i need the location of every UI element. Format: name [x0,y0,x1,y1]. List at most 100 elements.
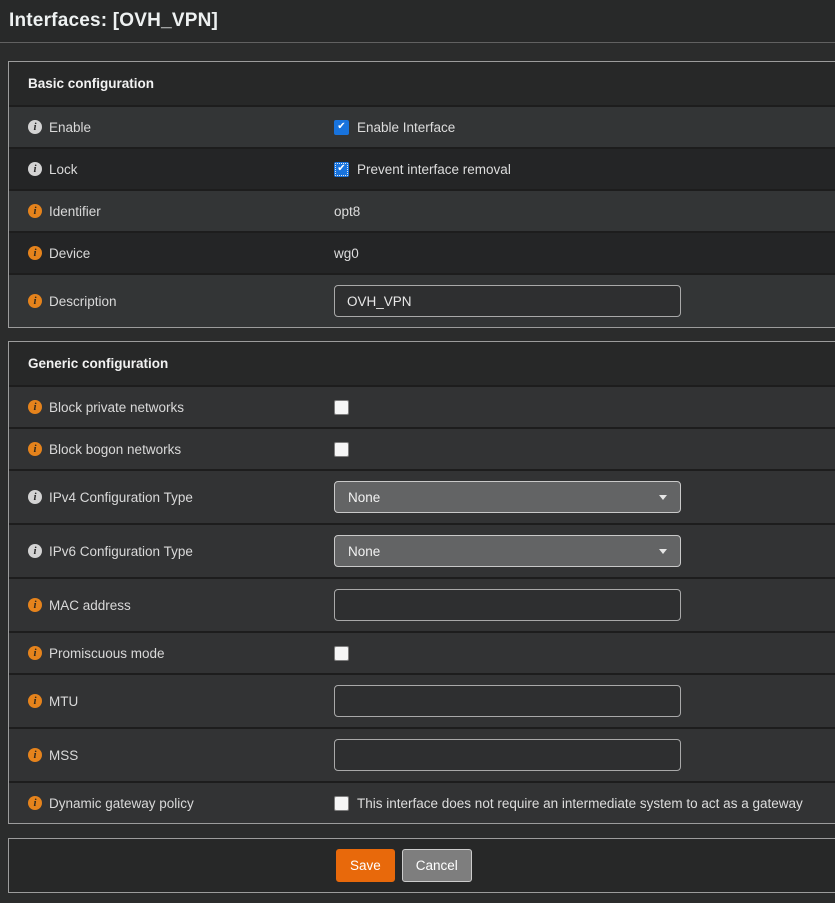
field-label-text: Block bogon networks [49,442,181,457]
device-value: wg0 [334,246,359,261]
field-label: i Lock [9,162,334,177]
row-block-bogon-networks: i Block bogon networks [9,427,835,469]
field-label: i Block bogon networks [9,442,334,457]
field-label-text: Device [49,246,90,261]
field-label: i MAC address [9,598,334,613]
basic-configuration-panel: Basic configuration iEnable✔Enable Inter… [8,61,835,328]
lock-checkbox[interactable]: ✔ [334,162,349,177]
field-label: i Block private networks [9,400,334,415]
field-label: i MTU [9,694,334,709]
field-label: i Dynamic gateway policy [9,796,334,811]
field-label-text: IPv4 Configuration Type [49,490,193,505]
field-label-text: Block private networks [49,400,184,415]
field-label: i Description [9,294,334,309]
field-label-text: MAC address [49,598,131,613]
field-label-text: MSS [49,748,78,763]
identifier-value: opt8 [334,204,360,219]
generic-configuration-panel: Generic configuration i Block private net… [8,341,835,824]
row-promiscuous-mode: i Promiscuous mode [9,631,835,673]
info-icon[interactable]: i [28,246,42,260]
field-content [334,646,835,661]
row-block-private-networks: i Block private networks [9,385,835,427]
field-content: This interface does not require an inter… [334,796,835,811]
mac-address-input[interactable] [334,589,681,621]
block-private-networks-checkbox[interactable] [334,400,349,415]
save-button[interactable]: Save [336,849,395,882]
field-label: i Promiscuous mode [9,646,334,661]
row-description: i Description [9,273,835,327]
description-input[interactable] [334,285,681,317]
row-mtu: i MTU [9,673,835,727]
info-icon[interactable]: i [28,796,42,810]
field-label: i Device [9,246,334,261]
field-label: i IPv4 Configuration Type [9,490,334,505]
row-ipv6-configuration-type: i IPv6 Configuration Type None [9,523,835,577]
info-icon[interactable]: i [28,400,42,414]
dynamic-gateway-policy-checkbox-label: This interface does not require an inter… [357,796,803,811]
field-content: None [334,481,835,513]
info-icon[interactable]: i [28,294,42,308]
field-label: i MSS [9,748,334,763]
info-icon[interactable]: i [28,490,42,504]
promiscuous-mode-checkbox[interactable] [334,646,349,661]
field-content [334,400,835,415]
field-content: opt8 [334,204,835,219]
enable-checkbox-label: Enable Interface [357,120,455,135]
info-icon[interactable]: i [28,694,42,708]
generic-configuration-header: Generic configuration [9,342,835,385]
info-icon[interactable]: i [28,442,42,456]
chevron-down-icon [659,495,667,500]
row-dynamic-gateway-policy: i Dynamic gateway policy This interface do… [9,781,835,823]
row-identifier: i Identifier opt8 [9,189,835,231]
field-content: ✔ Prevent interface removal [334,162,835,177]
field-label-text: Dynamic gateway policy [49,796,194,811]
info-icon[interactable]: i [28,646,42,660]
field-label: i IPv6 Configuration Type [9,544,334,559]
row-ipv4-configuration-type: i IPv4 Configuration Type None [9,469,835,523]
row-lock: i Lock ✔ Prevent interface removal [9,147,835,189]
field-label-text: Description [49,294,117,309]
content-area: Basic configuration iEnable✔Enable Inter… [0,43,835,893]
ipv6-configuration-type-select[interactable]: None [334,535,681,567]
info-icon[interactable]: i [28,598,42,612]
dynamic-gateway-policy-checkbox[interactable] [334,796,349,811]
mss-input[interactable] [334,739,681,771]
action-bar: Save Cancel [8,838,835,893]
page-title: Interfaces: [OVH_VPN] [9,10,218,32]
enable-checkbox[interactable]: ✔ [334,120,349,135]
page-header: Interfaces: [OVH_VPN] [0,0,835,43]
mtu-input[interactable] [334,685,681,717]
info-icon[interactable]: i [28,120,42,134]
ipv4-configuration-type-select[interactable]: None [334,481,681,513]
basic-configuration-header: Basic configuration [9,62,835,105]
cancel-button[interactable]: Cancel [402,849,472,882]
field-content [334,442,835,457]
field-label: i Identifier [9,204,334,219]
field-label-text: Identifier [49,204,101,219]
field-label-text: IPv6 Configuration Type [49,544,193,559]
block-bogon-networks-checkbox[interactable] [334,442,349,457]
section-title: Generic configuration [28,356,168,371]
field-label-text: Lock [49,162,78,177]
field-label: iEnable [9,120,334,135]
field-content [334,285,835,317]
info-icon[interactable]: i [28,544,42,558]
section-title: Basic configuration [28,76,154,91]
select-value: None [348,544,380,559]
field-content: ✔ Enable Interface [334,120,835,135]
row-device: i Device wg0 [9,231,835,273]
field-content [334,589,835,621]
row-enable: iEnable✔ Enable Interface [9,105,835,147]
info-icon[interactable]: i [28,162,42,176]
field-content [334,685,835,717]
row-mac-address: i MAC address [9,577,835,631]
field-label-text: Promiscuous mode [49,646,165,661]
field-label-text: MTU [49,694,78,709]
lock-checkbox-label: Prevent interface removal [357,162,511,177]
chevron-down-icon [659,549,667,554]
info-icon[interactable]: i [28,748,42,762]
field-content: None [334,535,835,567]
info-icon[interactable]: i [28,204,42,218]
field-content [334,739,835,771]
row-mss: i MSS [9,727,835,781]
